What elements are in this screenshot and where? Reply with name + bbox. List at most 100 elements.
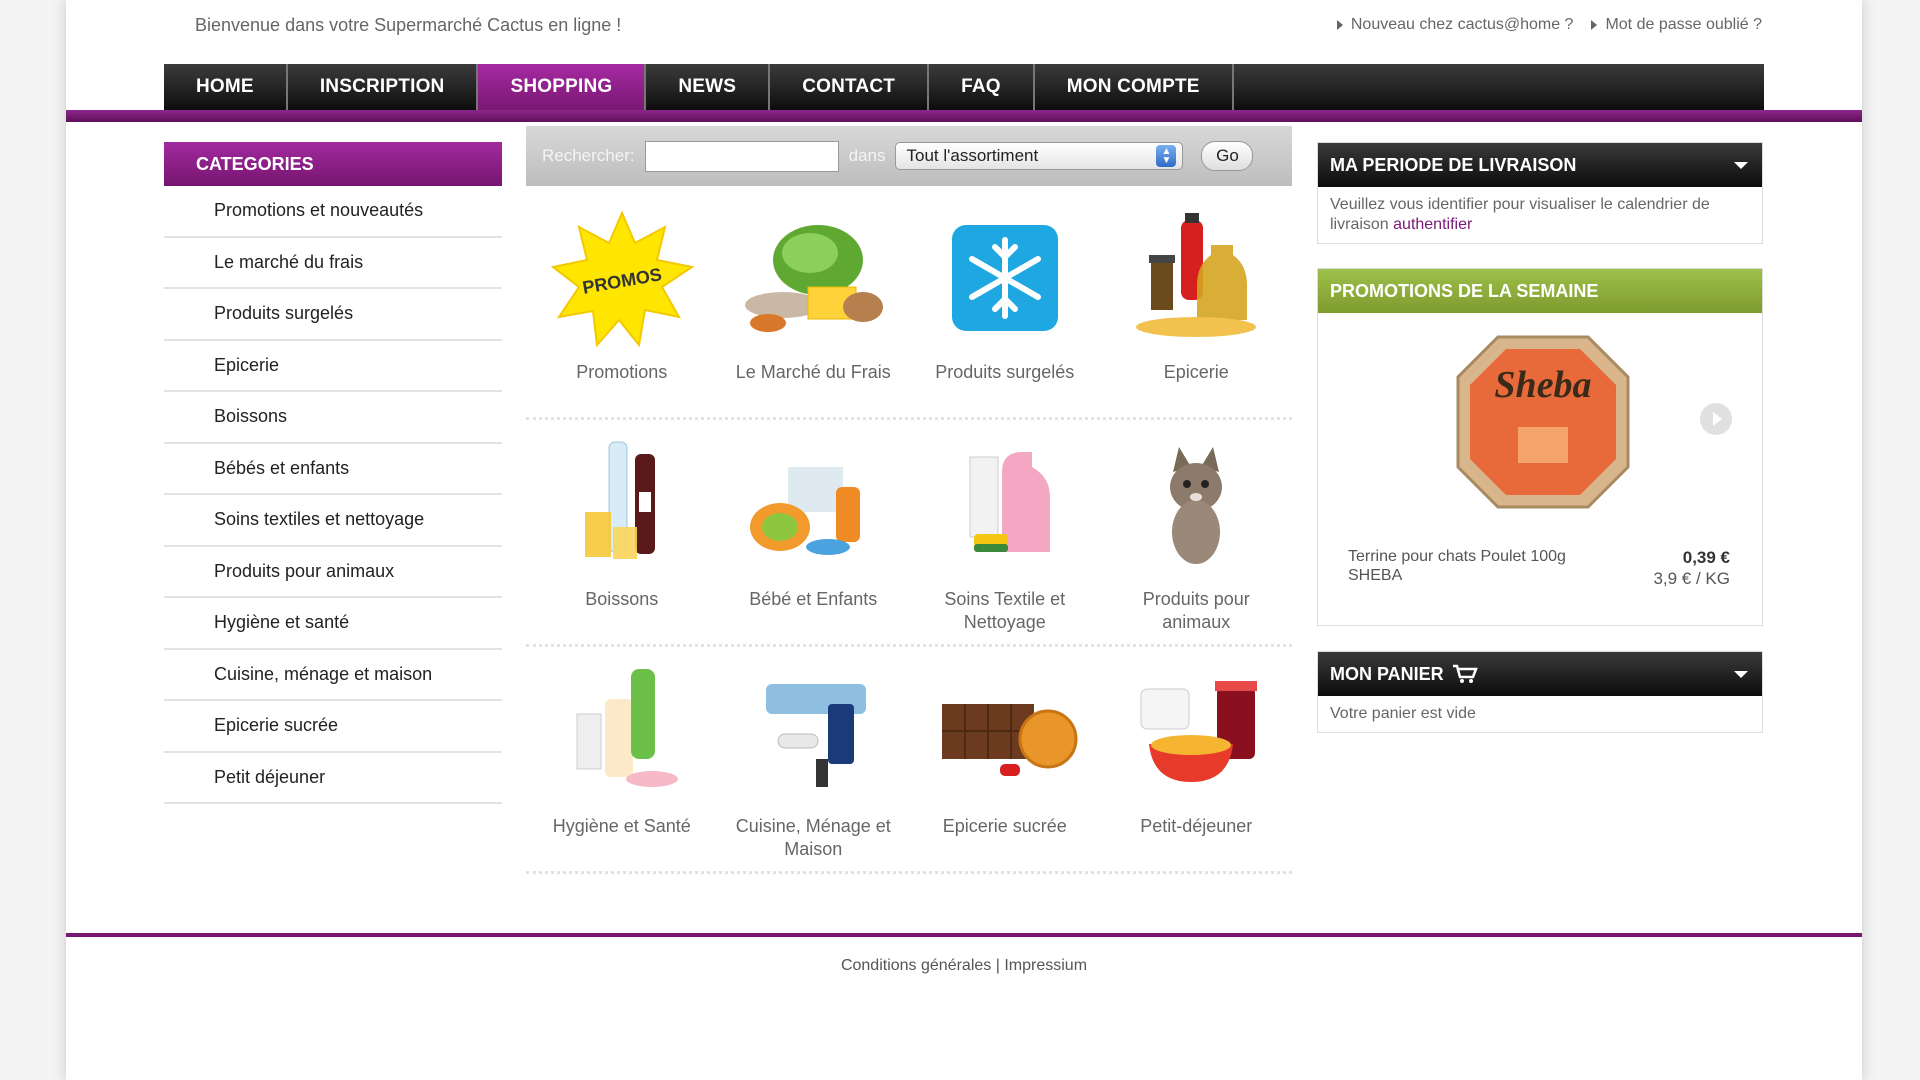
forgot-password-link[interactable]: Mot de passe oublié ? xyxy=(1591,16,1762,34)
baby-icon xyxy=(738,432,888,582)
chevron-down-icon xyxy=(1734,670,1748,678)
forgot-password-label: Mot de passe oublié ? xyxy=(1605,16,1762,33)
nav-inscription[interactable]: INSCRIPTION xyxy=(288,64,479,110)
nav-faq[interactable]: FAQ xyxy=(929,64,1035,110)
nav-contact[interactable]: CONTACT xyxy=(770,64,930,110)
promo-unit-price: 3,9 € / KG xyxy=(1653,569,1730,588)
search-scope-select[interactable]: Tout l'assortiment ▲ ▼ xyxy=(895,142,1184,170)
grid-item-fresh[interactable]: Le Marché du Frais xyxy=(718,205,910,417)
arrow-right-icon xyxy=(1336,20,1343,30)
category-item[interactable]: Bébés et enfants xyxy=(164,444,502,495)
grid-item-label: Epicerie sucrée xyxy=(942,816,1067,836)
search-label: Rechercher: xyxy=(542,146,635,165)
select-arrows-icon: ▲ ▼ xyxy=(1156,145,1177,167)
grid-item-pets[interactable]: Produits pour animaux xyxy=(1101,432,1293,644)
category-item[interactable]: Cuisine, ménage et maison xyxy=(164,650,502,701)
promo-product[interactable]: Sheba Terrine pour chats Poulet 100g SHE… xyxy=(1318,313,1762,625)
weekly-promos-title: PROMOTIONS DE LA SEMAINE xyxy=(1318,269,1762,313)
grid-item-label: Boissons xyxy=(585,589,659,609)
cart-header[interactable]: MON PANIER xyxy=(1318,652,1762,696)
category-item[interactable]: Le marché du frais xyxy=(164,238,502,289)
category-item[interactable]: Epicerie xyxy=(164,341,502,392)
product-brand: Sheba xyxy=(1494,364,1591,406)
grid-item-label: Soins Textile et Nettoyage xyxy=(944,589,1066,632)
nav-shopping[interactable]: SHOPPING xyxy=(478,64,647,110)
category-item[interactable]: Soins textiles et nettoyage xyxy=(164,495,502,547)
categories-list: Promotions et nouveautés Le marché du fr… xyxy=(164,186,502,804)
grid-item-drinks[interactable]: Boissons xyxy=(526,432,718,644)
carousel-next-button[interactable] xyxy=(1700,403,1732,435)
footer-divider xyxy=(66,933,1862,937)
cart-icon xyxy=(1452,664,1478,683)
cart-title: MON PANIER xyxy=(1330,663,1444,684)
hygiene-icon xyxy=(547,659,697,809)
grid-item-label: Bébé et Enfants xyxy=(749,589,878,609)
page: Bienvenue dans votre Supermarché Cactus … xyxy=(66,0,1862,1080)
nav-mon-compte[interactable]: MON COMPTE xyxy=(1035,64,1234,110)
drinks-icon xyxy=(547,432,697,582)
search-in-label: dans xyxy=(848,146,886,165)
detergent-icon xyxy=(930,432,1080,582)
grid-item-label: Promotions xyxy=(576,362,668,382)
weekly-promos-widget: PROMOTIONS DE LA SEMAINE Sheba Terrine p… xyxy=(1317,268,1763,626)
categories-sidebar: CATEGORIES Promotions et nouveautés Le m… xyxy=(164,142,502,804)
nav-news[interactable]: NEWS xyxy=(646,64,771,110)
main-nav: HOME INSCRIPTION SHOPPING NEWS CONTACT F… xyxy=(164,64,1764,110)
grid-item-label: Petit-déjeuner xyxy=(1140,816,1253,836)
promo-price: 0,39 € 3,9 € / KG xyxy=(1653,547,1730,589)
search-bar: Rechercher: dans Tout l'assortiment ▲ ▼ G… xyxy=(526,126,1292,186)
delivery-widget: MA PERIODE DE LIVRAISON Veuillez vous id… xyxy=(1317,142,1763,244)
search-input[interactable] xyxy=(644,140,839,172)
search-scope-value: Tout l'assortiment xyxy=(906,146,1039,165)
delivery-body: Veuillez vous identifier pour visualiser… xyxy=(1318,187,1762,243)
fresh-market-icon xyxy=(738,205,888,355)
category-item[interactable]: Produits surgelés xyxy=(164,289,502,341)
search-go-button[interactable]: Go xyxy=(1201,141,1254,171)
category-grid: PROMOS Promotions Le Marché du Frais Pro… xyxy=(526,205,1292,886)
chevron-down-icon xyxy=(1734,161,1748,169)
cart-widget: MON PANIER Votre panier est vide xyxy=(1317,651,1763,733)
kitten-icon xyxy=(1121,432,1271,582)
category-grid-row: PROMOS Promotions Le Marché du Frais Pro… xyxy=(526,205,1292,420)
grid-item-label: Epicerie xyxy=(1163,362,1229,382)
category-item[interactable]: Epicerie sucrée xyxy=(164,701,502,753)
grid-item-household[interactable]: Cuisine, Ménage et Maison xyxy=(718,659,910,871)
category-item[interactable]: Hygiène et santé xyxy=(164,598,502,650)
footer: Conditions générales | Impressium xyxy=(66,957,1862,975)
authenticate-link[interactable]: authentifier xyxy=(1393,216,1472,233)
grid-item-hygiene[interactable]: Hygiène et Santé xyxy=(526,659,718,871)
grid-item-label: Le Marché du Frais xyxy=(735,362,891,382)
grid-item-promotions[interactable]: PROMOS Promotions xyxy=(526,205,718,417)
header-divider xyxy=(66,110,1862,122)
nav-home[interactable]: HOME xyxy=(164,64,288,110)
product-image: Sheba xyxy=(1448,327,1638,517)
conditions-link[interactable]: Conditions générales xyxy=(841,957,991,974)
category-item[interactable]: Promotions et nouveautés xyxy=(164,186,502,238)
top-links: Nouveau chez cactus@home ? Mot de passe … xyxy=(1336,16,1762,34)
delivery-header[interactable]: MA PERIODE DE LIVRAISON xyxy=(1318,143,1762,187)
grid-item-sweets[interactable]: Epicerie sucrée xyxy=(909,659,1101,871)
welcome-message: Bienvenue dans votre Supermarché Cactus … xyxy=(195,15,622,35)
impressum-link[interactable]: Impressium xyxy=(1004,957,1087,974)
grid-item-baby[interactable]: Bébé et Enfants xyxy=(718,432,910,644)
household-icon xyxy=(738,659,888,809)
category-item[interactable]: Produits pour animaux xyxy=(164,547,502,598)
grid-item-cleaning[interactable]: Soins Textile et Nettoyage xyxy=(909,432,1101,644)
categories-title: CATEGORIES xyxy=(164,142,502,186)
grid-item-grocery[interactable]: Epicerie xyxy=(1101,205,1293,417)
grid-item-breakfast[interactable]: Petit-déjeuner xyxy=(1101,659,1293,871)
category-item[interactable]: Boissons xyxy=(164,392,502,444)
breakfast-icon xyxy=(1121,659,1271,809)
grid-item-label: Produits pour animaux xyxy=(1142,589,1250,632)
top-bar: Bienvenue dans votre Supermarché Cactus … xyxy=(66,0,1862,60)
grocery-icon xyxy=(1121,205,1271,355)
new-customer-link[interactable]: Nouveau chez cactus@home ? xyxy=(1336,16,1573,34)
arrow-right-icon xyxy=(1591,20,1598,30)
category-item[interactable]: Petit déjeuner xyxy=(164,753,502,804)
grid-item-frozen[interactable]: Produits surgelés xyxy=(909,205,1101,417)
chevron-right-icon xyxy=(1713,412,1722,426)
footer-separator: | xyxy=(995,957,1000,974)
grid-item-label: Produits surgelés xyxy=(935,362,1075,382)
grid-item-label: Cuisine, Ménage et Maison xyxy=(735,816,891,859)
category-grid-row: Boissons Bébé et Enfants Soins Textile e… xyxy=(526,432,1292,647)
